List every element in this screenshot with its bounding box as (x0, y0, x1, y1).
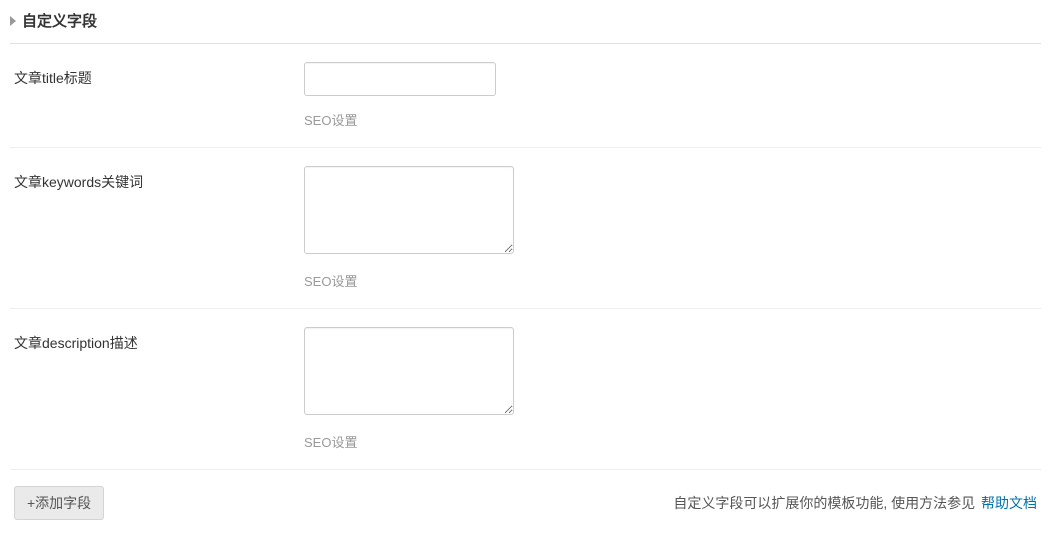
field-control-keywords: SEO设置 (304, 166, 514, 290)
field-label-keywords: 文章keywords关键词 (14, 166, 304, 192)
panel-title: 自定义字段 (22, 10, 97, 31)
add-field-button[interactable]: +添加字段 (14, 486, 104, 520)
field-help-title: SEO设置 (304, 110, 496, 129)
field-row-title: 文章title标题 SEO设置 (10, 44, 1041, 148)
field-help-description: SEO设置 (304, 432, 514, 451)
field-control-title: SEO设置 (304, 62, 496, 129)
caret-right-icon (10, 16, 16, 26)
field-textarea-keywords[interactable] (304, 166, 514, 254)
field-control-description: SEO设置 (304, 327, 514, 451)
footer-hint: 自定义字段可以扩展你的模板功能, 使用方法参见 帮助文档 (673, 493, 1037, 513)
field-label-description: 文章description描述 (14, 327, 304, 353)
help-doc-link[interactable]: 帮助文档 (981, 495, 1037, 511)
footer-hint-text: 自定义字段可以扩展你的模板功能, 使用方法参见 (673, 495, 975, 511)
field-label-title: 文章title标题 (14, 62, 304, 88)
panel-header[interactable]: 自定义字段 (10, 6, 1041, 39)
field-input-title[interactable] (304, 62, 496, 96)
field-textarea-description[interactable] (304, 327, 514, 415)
field-row-description: 文章description描述 SEO设置 (10, 309, 1041, 470)
field-row-keywords: 文章keywords关键词 SEO设置 (10, 148, 1041, 309)
field-help-keywords: SEO设置 (304, 271, 514, 290)
footer-row: +添加字段 自定义字段可以扩展你的模板功能, 使用方法参见 帮助文档 (10, 470, 1041, 524)
